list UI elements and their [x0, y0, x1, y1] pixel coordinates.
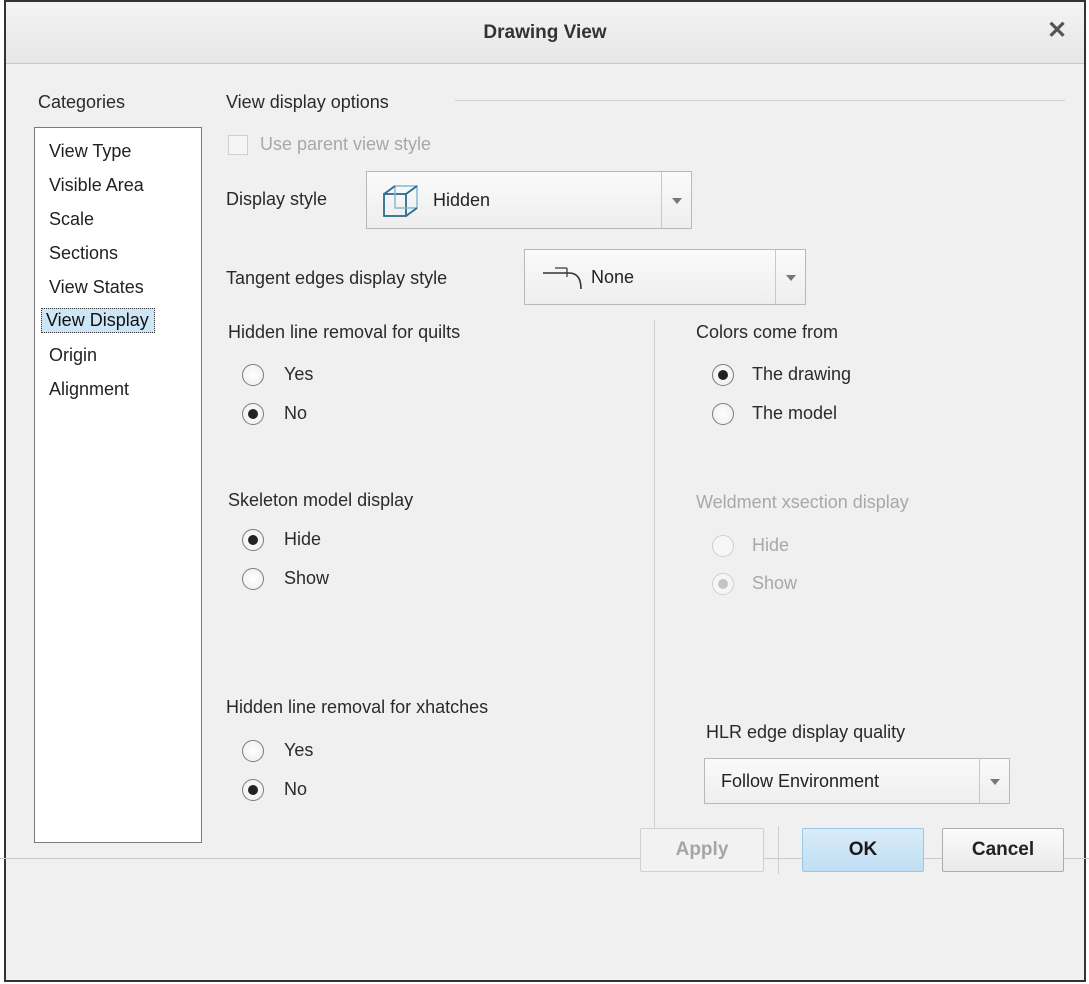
- hlr-quality-value: Follow Environment: [721, 771, 880, 791]
- weldment-show-radio[interactable]: [712, 573, 734, 595]
- tangent-edges-value: None: [591, 267, 635, 287]
- use-parent-view-style-label: Use parent view style: [260, 134, 432, 154]
- category-view-display[interactable]: View Display: [41, 308, 155, 333]
- colors-model-label: The model: [752, 403, 838, 423]
- column-divider: [654, 320, 655, 832]
- category-alignment[interactable]: Alignment: [45, 378, 134, 401]
- colors-drawing-radio[interactable]: [712, 364, 734, 386]
- cancel-button[interactable]: Cancel: [942, 828, 1064, 872]
- hlr-quilts-yes-label: Yes: [284, 364, 314, 384]
- display-style-label: Display style: [226, 189, 328, 209]
- hlr-xhatches-no-label: No: [284, 779, 308, 799]
- button-separator: [778, 826, 779, 874]
- categories-list[interactable]: View Type Visible Area Scale Sections Vi…: [34, 127, 202, 843]
- colors-drawing-label: The drawing: [752, 364, 852, 384]
- hlr-xhatches-label: Hidden line removal for xhatches: [226, 697, 489, 717]
- colors-model-radio[interactable]: [712, 403, 734, 425]
- use-parent-view-style-checkbox[interactable]: [228, 135, 248, 155]
- hlr-quality-label: HLR edge display quality: [706, 722, 906, 742]
- category-scale[interactable]: Scale: [45, 208, 99, 231]
- category-view-type[interactable]: View Type: [45, 140, 136, 163]
- weldment-display-label: Weldment xsection display: [696, 492, 909, 512]
- hlr-quilts-no-label: No: [284, 403, 308, 423]
- hlr-xhatches-yes-label: Yes: [284, 740, 314, 760]
- colors-come-from-label: Colors come from: [696, 322, 839, 342]
- chevron-down-icon[interactable]: [775, 250, 805, 304]
- section-divider: [455, 100, 1065, 101]
- chevron-down-icon[interactable]: [979, 759, 1009, 803]
- hlr-xhatches-no-radio[interactable]: [242, 779, 264, 801]
- tangent-edges-label: Tangent edges display style: [226, 268, 448, 288]
- close-icon[interactable]: ✕: [1044, 18, 1070, 44]
- dialog-title: Drawing View: [483, 22, 607, 43]
- skeleton-display-label: Skeleton model display: [228, 490, 414, 510]
- hlr-quilts-yes-radio[interactable]: [242, 364, 264, 386]
- hlr-quality-dropdown[interactable]: Follow Environment: [704, 758, 1010, 804]
- tangent-edge-icon: [543, 267, 582, 290]
- category-visible-area[interactable]: Visible Area: [45, 174, 149, 197]
- apply-button[interactable]: Apply: [640, 828, 764, 872]
- weldment-hide-label: Hide: [752, 535, 790, 555]
- hlr-quilts-no-radio[interactable]: [242, 403, 264, 425]
- hlr-xhatches-yes-radio[interactable]: [242, 740, 264, 762]
- hlr-quilts-label: Hidden line removal for quilts: [228, 322, 461, 342]
- chevron-down-icon[interactable]: [661, 172, 691, 228]
- category-sections[interactable]: Sections: [45, 242, 123, 265]
- skeleton-show-label: Show: [284, 568, 330, 588]
- ok-button[interactable]: OK: [802, 828, 924, 872]
- tangent-edges-dropdown[interactable]: None: [524, 249, 806, 305]
- view-display-options-label: View display options: [226, 92, 389, 112]
- footer-divider: [0, 858, 1089, 859]
- display-style-value: Hidden: [433, 190, 491, 210]
- categories-label: Categories: [38, 92, 126, 112]
- weldment-show-label: Show: [752, 573, 798, 593]
- title-bar: Drawing View ✕: [6, 2, 1084, 64]
- category-origin[interactable]: Origin: [45, 344, 102, 367]
- display-style-dropdown[interactable]: Hidden: [366, 171, 692, 229]
- skeleton-hide-radio[interactable]: [242, 529, 264, 551]
- skeleton-hide-label: Hide: [284, 529, 322, 549]
- category-view-states[interactable]: View States: [45, 276, 149, 299]
- hidden-cube-icon: [383, 185, 418, 217]
- weldment-hide-radio[interactable]: [712, 535, 734, 557]
- skeleton-show-radio[interactable]: [242, 568, 264, 590]
